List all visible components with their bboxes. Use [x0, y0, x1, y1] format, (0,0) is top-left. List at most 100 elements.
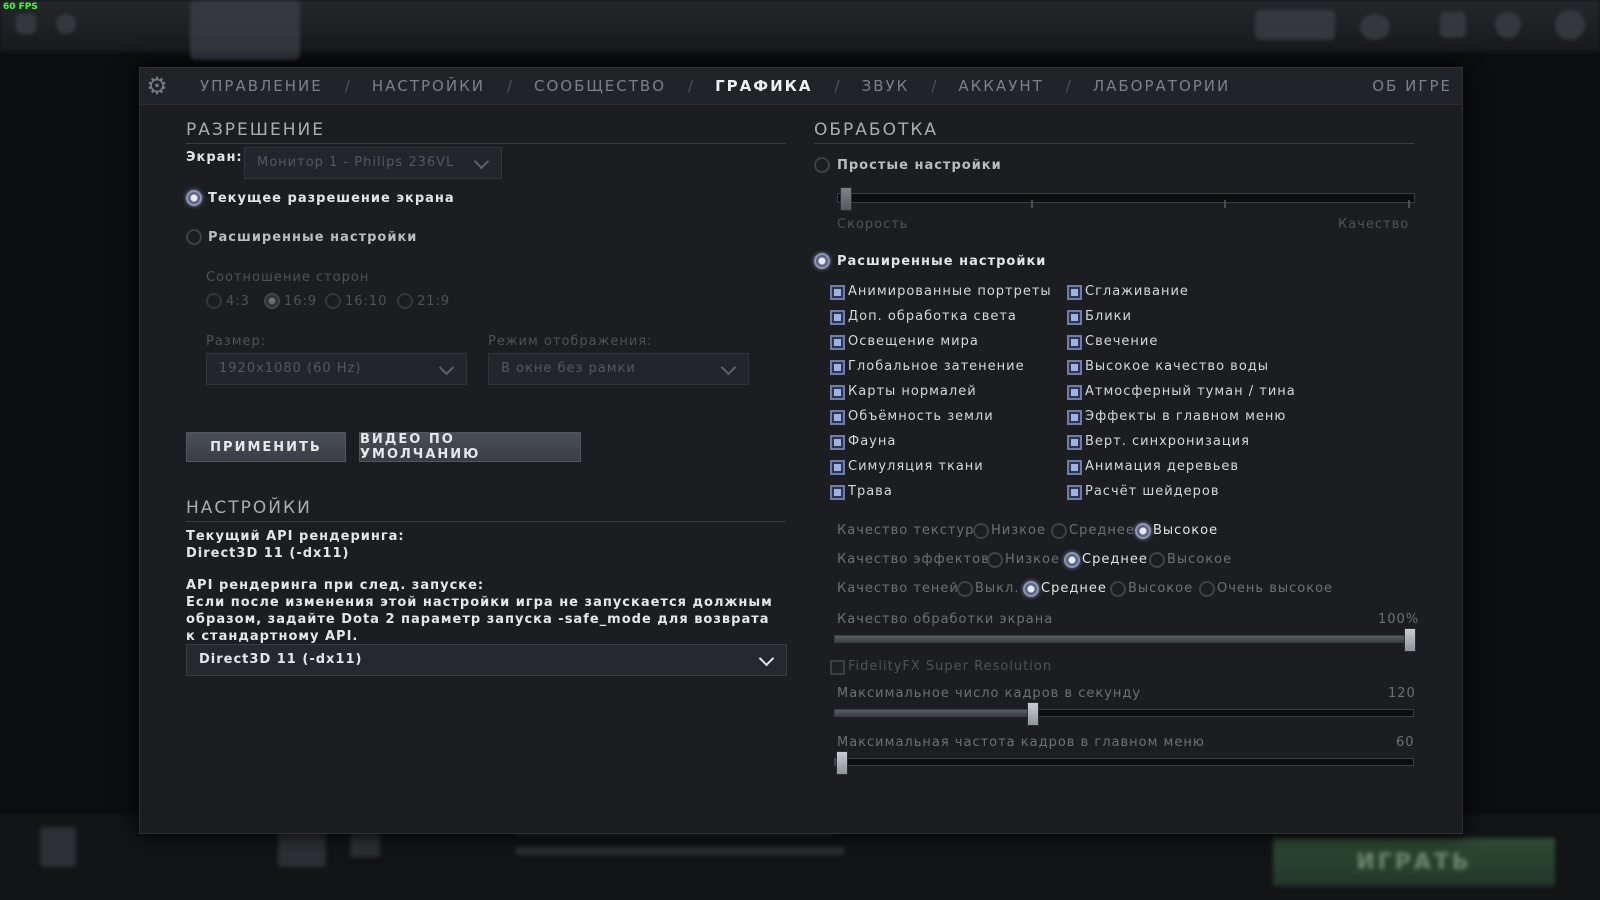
slider-thumb[interactable] [1027, 702, 1040, 726]
quality-radio[interactable] [1149, 552, 1165, 568]
checkbox[interactable] [830, 310, 845, 325]
checkbox[interactable] [1067, 310, 1082, 325]
advanced-processing-label: Расширенные настройки [837, 254, 1047, 269]
apply-button[interactable]: ПРИМЕНИТЬ [186, 432, 346, 462]
quality-radio[interactable] [1064, 552, 1080, 568]
aspect-radio[interactable] [206, 293, 222, 309]
icon-blur [1440, 12, 1466, 38]
advanced-resolution-radio[interactable] [186, 229, 202, 245]
tab-2[interactable]: СООБЩЕСТВО [534, 77, 666, 95]
tab-5[interactable]: АККАУНТ [958, 77, 1043, 95]
quality-option-label: Очень высокое [1217, 581, 1334, 596]
checkbox[interactable] [830, 335, 845, 350]
play-button[interactable]: ИГРАТЬ [1273, 838, 1555, 886]
chevron-down-icon [473, 153, 490, 170]
tab-list: УПРАВЛЕНИЕ / НАСТРОЙКИ / СООБЩЕСТВО / ГРАФИКА /… [200, 68, 1230, 104]
resolution-title: РАЗРЕШЕНИЕ [186, 120, 325, 140]
checkbox[interactable] [1067, 435, 1082, 450]
checkbox[interactable] [1067, 385, 1082, 400]
screen-quality-slider[interactable] [834, 628, 1416, 652]
icon-blur [1555, 10, 1585, 40]
advanced-processing-radio[interactable] [814, 253, 830, 269]
checkbox[interactable] [830, 385, 845, 400]
checkbox[interactable] [1067, 360, 1082, 375]
tab-0[interactable]: УПРАВЛЕНИЕ [200, 77, 323, 95]
quality-radio[interactable] [1051, 523, 1067, 539]
quality-option-label: Среднее [1069, 523, 1135, 538]
quality-radio[interactable] [957, 581, 973, 597]
slider-thumb[interactable] [836, 751, 848, 775]
hero-portrait-blur [190, 0, 300, 60]
api-dropdown[interactable]: Direct3D 11 (-dx11) [186, 644, 787, 676]
quality-radio[interactable] [1023, 581, 1039, 597]
size-dropdown[interactable]: 1920x1080 (60 Hz) [206, 353, 467, 385]
tab-4[interactable]: ЗВУК [862, 77, 910, 95]
aspect-option-label: 4:3 [226, 294, 250, 309]
screen-dropdown[interactable]: Монитор 1 - Philips 236VL [244, 147, 502, 179]
checkbox-label: Симуляция ткани [848, 459, 984, 474]
video-default-button[interactable]: ВИДЕО ПО УМОЛЧАНИЮ [359, 432, 581, 462]
divider [814, 143, 1414, 144]
current-resolution-radio[interactable] [186, 190, 202, 206]
quality-radio[interactable] [1135, 523, 1151, 539]
checkbox[interactable] [830, 410, 845, 425]
fsr-checkbox[interactable] [830, 660, 845, 675]
divider [186, 521, 786, 522]
checkbox[interactable] [830, 285, 845, 300]
checkbox-label: Верт. синхронизация [1085, 434, 1250, 449]
next-api-label: API рендеринга при след. запуске: [186, 578, 485, 593]
slider-thumb[interactable] [1404, 628, 1416, 652]
settings-title: НАСТРОЙКИ [186, 498, 312, 518]
max-menu-fps-label: Максимальная частота кадров в главном ме… [837, 735, 1205, 750]
speed-label: Скорость [837, 217, 909, 232]
checkbox[interactable] [830, 485, 845, 500]
processing-title: ОБРАБОТКА [814, 120, 939, 140]
quality-radio[interactable] [1199, 581, 1215, 597]
checkbox-label: Блики [1085, 309, 1132, 324]
tab-6[interactable]: ЛАБОРАТОРИИ [1093, 77, 1230, 95]
aspect-radio[interactable] [264, 293, 280, 309]
tab-3[interactable]: ГРАФИКА [715, 77, 812, 95]
quality-radio[interactable] [1110, 581, 1126, 597]
simple-quality-slider[interactable] [837, 187, 1415, 211]
checkbox[interactable] [830, 360, 845, 375]
quality-row-label: Качество эффектов [837, 552, 990, 567]
quality-option-label: Высокое [1153, 523, 1219, 538]
checkbox[interactable] [1067, 410, 1082, 425]
checkbox-label: Свечение [1085, 334, 1159, 349]
checkbox[interactable] [830, 460, 845, 475]
quality-option-label: Высокое [1128, 581, 1194, 596]
simple-settings-radio[interactable] [814, 157, 830, 173]
checkbox[interactable] [1067, 460, 1082, 475]
aspect-radio[interactable] [325, 293, 341, 309]
max-fps-label: Максимальное число кадров в секунду [837, 686, 1142, 701]
next-api-note: Если после изменения этой настройки игра… [186, 595, 773, 644]
top-bar-blurred [0, 0, 1600, 60]
quality-row-label: Качество теней [837, 581, 959, 596]
tab-1[interactable]: НАСТРОЙКИ [372, 77, 485, 95]
checkbox-label: Трава [848, 484, 893, 499]
size-label: Размер: [206, 334, 267, 349]
max-fps-slider[interactable] [834, 702, 1414, 726]
gear-icon[interactable]: ⚙ [143, 72, 171, 100]
quality-label: Качество [1338, 217, 1410, 232]
checkbox-label: Анимированные портреты [848, 284, 1052, 299]
checkbox[interactable] [1067, 285, 1082, 300]
chevron-down-icon [758, 650, 775, 667]
quality-radio[interactable] [973, 523, 989, 539]
screen-quality-value: 100% [1378, 612, 1420, 627]
tab-about[interactable]: ОБ ИГРЕ [1372, 68, 1452, 104]
quality-radio[interactable] [987, 552, 1003, 568]
slider-thumb[interactable] [840, 187, 852, 211]
display-mode-dropdown[interactable]: В окне без рамки [488, 353, 749, 385]
settings-panel: ⚙ УПРАВЛЕНИЕ / НАСТРОЙКИ / СООБЩЕСТВО / ГРАФИК… [139, 67, 1463, 834]
screen-dropdown-value: Монитор 1 - Philips 236VL [257, 155, 455, 170]
checkbox-label: Освещение мира [848, 334, 979, 349]
checkbox[interactable] [1067, 485, 1082, 500]
checkbox-label: Объёмность земли [848, 409, 994, 424]
icon-blur [16, 14, 36, 34]
checkbox[interactable] [830, 435, 845, 450]
aspect-radio[interactable] [397, 293, 413, 309]
max-menu-fps-slider[interactable] [834, 751, 1414, 775]
checkbox[interactable] [1067, 335, 1082, 350]
